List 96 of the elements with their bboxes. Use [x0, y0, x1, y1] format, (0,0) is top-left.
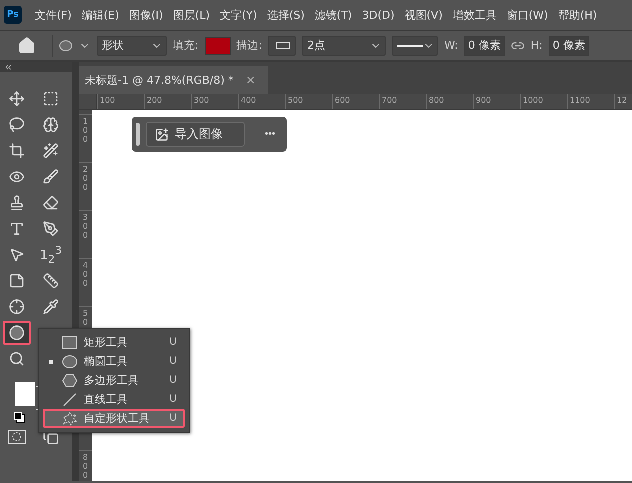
document-tab[interactable]: 未标题-1 @ 47.8%(RGB/8) * ×: [79, 66, 268, 94]
width-field[interactable]: 0 像素: [464, 36, 505, 56]
ellipse-icon: [62, 354, 78, 368]
collapse-icon[interactable]: [4, 62, 13, 72]
hexagon-icon: [62, 374, 78, 388]
menu-item[interactable]: 文字(Y): [215, 8, 262, 22]
document-title: 未标题-1 @ 47.8%(RGB/8) *: [85, 72, 234, 88]
ruler-label: 900: [476, 96, 492, 105]
tool-label: 矩形工具: [84, 335, 129, 350]
ruler-icon: [43, 273, 59, 289]
menu-item[interactable]: 选择(S): [262, 8, 310, 22]
menu-item[interactable]: 图层(L): [168, 8, 216, 22]
height-label: H:: [530, 39, 543, 52]
drag-handle[interactable]: [136, 123, 140, 146]
rectangle-outline-icon: [276, 42, 290, 49]
tool-label: 椭圆工具: [84, 354, 129, 369]
search-icon: [9, 351, 25, 367]
shortcut-key: U: [170, 375, 177, 386]
menu-item[interactable]: 自定形状工具 U: [43, 409, 185, 428]
more-button[interactable]: •••: [261, 129, 280, 140]
menu-item[interactable]: 矩形工具 U: [43, 333, 185, 352]
lasso-icon: [9, 117, 25, 133]
stroke-label: 描边:: [236, 38, 262, 53]
move-icon: [9, 91, 25, 107]
menu-item[interactable]: 椭圆工具 U: [43, 352, 185, 371]
shortcut-key: U: [170, 394, 177, 405]
line-style-dropdown[interactable]: [392, 36, 438, 56]
image-plus-icon: [155, 128, 169, 142]
stamp-icon: [9, 195, 25, 211]
ruler-label: 50: [82, 309, 90, 327]
ellipse-icon[interactable]: [59, 40, 73, 52]
note-icon: [9, 273, 25, 289]
eraser-icon: [43, 195, 59, 211]
ruler-label: 200: [82, 165, 90, 192]
stroke-type-button[interactable]: [268, 36, 296, 56]
menu-item[interactable]: 编辑(E): [76, 8, 124, 22]
menu-item[interactable]: 文件(F): [30, 8, 77, 22]
ruler-label: 500: [288, 96, 304, 105]
ruler-label: 200: [147, 96, 162, 105]
close-tab-button[interactable]: ×: [246, 73, 256, 87]
ruler-label: 400: [241, 96, 256, 105]
line-icon: [62, 392, 78, 406]
menu-item[interactable]: 直线工具 U: [43, 390, 185, 409]
crop-icon: [9, 143, 25, 159]
eye-icon: [9, 169, 25, 185]
rectangle-icon: [62, 336, 78, 350]
fill-label: 填充:: [173, 38, 199, 53]
menu-item[interactable]: 帮助(H): [553, 8, 602, 22]
ruler-label: 400: [82, 261, 90, 288]
magic-wand-icon: [43, 143, 59, 159]
pointer-icon: [9, 247, 25, 263]
type-icon: [9, 221, 25, 237]
menu-item[interactable]: 增效工具: [448, 8, 502, 22]
solid-line-icon: [397, 44, 423, 48]
tool-label: 直线工具: [84, 392, 129, 407]
ruler-label: 1000: [523, 96, 544, 105]
tool-label: 自定形状工具: [84, 411, 151, 426]
blob-shape-icon: [62, 412, 78, 426]
ruler-label: 800: [429, 96, 444, 105]
ruler-label: 100: [100, 96, 116, 105]
ruler-label: 600: [335, 96, 350, 105]
foreground-color-swatch[interactable]: [15, 382, 35, 406]
menu-item[interactable]: 视图(V): [400, 8, 448, 22]
ruler-label: 100: [82, 117, 90, 144]
import-image-button[interactable]: 导入图像: [146, 122, 245, 147]
crosshair-icon: [9, 299, 25, 315]
ruler-label: 300: [82, 213, 90, 240]
default-colors-icon[interactable]: [14, 412, 26, 424]
ruler-label: 1100: [570, 96, 590, 105]
stroke-width-dropdown[interactable]: 2点: [302, 36, 386, 56]
menu-item[interactable]: 窗口(W): [502, 8, 554, 22]
brain-icon: [43, 117, 59, 133]
fill-swatch[interactable]: [204, 36, 231, 54]
ruler-label: 800: [82, 453, 90, 480]
shortcut-key: U: [170, 356, 177, 367]
tool-label: 多边形工具: [84, 373, 140, 388]
ellipse-icon: [9, 325, 25, 341]
mode-dropdown[interactable]: 形状: [97, 36, 167, 56]
width-label: W:: [444, 39, 458, 52]
shortcut-key: U: [170, 413, 177, 424]
menu-item[interactable]: 多边形工具 U: [43, 371, 185, 390]
tool-button[interactable]: [3, 321, 31, 345]
ruler-label: 700: [382, 96, 398, 105]
menu-item[interactable]: 滤镜(T): [310, 8, 358, 22]
menu-item[interactable]: 3D(D): [357, 8, 400, 22]
pen-icon: [43, 221, 59, 237]
app-logo[interactable]: Ps: [4, 6, 22, 24]
shortcut-key: U: [170, 337, 177, 348]
ruler-label: 300: [194, 96, 210, 105]
ruler-label: 12: [617, 96, 628, 105]
home-icon[interactable]: [18, 36, 36, 54]
height-field[interactable]: 0 像素: [548, 36, 590, 56]
eyedropper-icon: [43, 299, 59, 315]
menu-item[interactable]: 图像(I): [124, 8, 168, 22]
brush-icon: [43, 169, 59, 185]
dashed-square-icon: [43, 91, 59, 107]
